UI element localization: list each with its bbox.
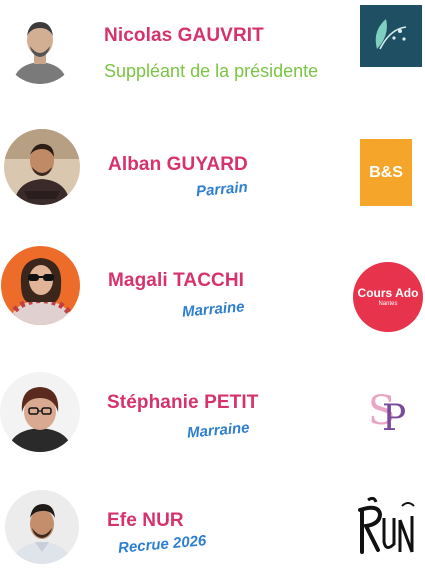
- person-row-2: Alban GUYARD Parrain B&S: [0, 126, 425, 226]
- person-name: Stéphanie PETIT: [107, 392, 259, 413]
- person-role: Marraine: [181, 298, 246, 321]
- leaf-icon: [360, 5, 422, 67]
- sp-monogram-icon: S P: [368, 388, 406, 439]
- avatar: [4, 129, 80, 205]
- avatar: [5, 490, 79, 564]
- svg-text:P: P: [382, 398, 406, 439]
- logo-subtext: Nantes: [378, 300, 398, 307]
- person-row-5: Efe NUR Recrue 2026: [0, 486, 425, 586]
- person-row-1: Nicolas GAUVRIT Suppléant de la présiden…: [0, 0, 425, 100]
- person-role: Suppléant de la présidente: [104, 61, 319, 81]
- avatar: [3, 10, 77, 84]
- person-role: Marraine: [186, 419, 251, 442]
- company-logo: B&S: [360, 139, 412, 206]
- company-logo: [360, 5, 422, 67]
- logo-text: Cours Ado: [357, 285, 419, 300]
- person-name: Magali TACCHI: [108, 270, 245, 291]
- person-role: Recrue 2026: [117, 532, 207, 557]
- person-name: Efe NUR: [107, 510, 184, 531]
- avatar: [1, 246, 80, 325]
- run-monogram-icon: [358, 496, 415, 554]
- company-logo: S P: [362, 380, 420, 444]
- person-name: Nicolas GAUVRIT: [104, 25, 264, 46]
- logo-text: B&S: [369, 163, 403, 181]
- company-logo: [350, 494, 420, 564]
- person-role: Parrain: [195, 178, 249, 201]
- avatar: [0, 372, 80, 452]
- person-row-4: Stéphanie PETIT Marraine S P: [0, 372, 425, 472]
- person-name: Alban GUYARD: [108, 154, 248, 175]
- company-logo: Cours Ado Nantes: [353, 262, 423, 332]
- person-row-3: Magali TACCHI Marraine Cours Ado Nantes: [0, 246, 425, 346]
